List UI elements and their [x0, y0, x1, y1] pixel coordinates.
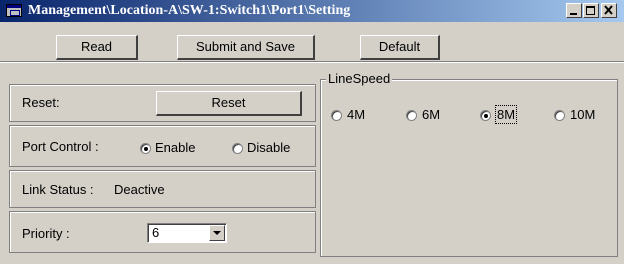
priority-selected-value: 6 [152, 225, 160, 240]
close-icon [604, 5, 613, 15]
reset-panel: Reset: Reset [9, 84, 316, 122]
maximize-button[interactable] [583, 3, 599, 18]
priority-label: Priority : [22, 226, 70, 241]
port-control-disable-label[interactable]: Disable [247, 140, 290, 155]
submit-and-save-button[interactable]: Submit and Save [177, 35, 315, 60]
line-speed-10m-radio[interactable] [554, 110, 565, 121]
port-control-panel: Port Control : Enable Disable [9, 125, 316, 167]
line-speed-6m-radio[interactable] [406, 110, 417, 121]
port-control-disable-radio[interactable] [232, 143, 243, 154]
toolbar-divider [0, 61, 624, 63]
line-speed-6m-label[interactable]: 6M [422, 107, 440, 122]
priority-select[interactable]: 6 [147, 223, 227, 243]
link-status-panel: Link Status : Deactive [9, 170, 316, 208]
chevron-down-icon[interactable] [209, 225, 225, 241]
line-speed-title: LineSpeed [326, 71, 393, 86]
port-control-enable-label[interactable]: Enable [155, 140, 195, 155]
read-button[interactable]: Read [56, 35, 138, 60]
default-button[interactable]: Default [360, 35, 440, 60]
line-speed-8m-radio[interactable] [480, 110, 491, 121]
line-speed-10m-label[interactable]: 10M [570, 107, 595, 122]
close-button[interactable] [601, 3, 617, 18]
window-app-icon [6, 4, 22, 17]
port-control-enable-radio[interactable] [140, 143, 151, 154]
link-status-label: Link Status : [22, 182, 94, 197]
window-title: Management\Location-A\SW-1:Switch1\Port1… [28, 3, 351, 18]
priority-panel: Priority : 6 [9, 211, 316, 253]
link-status-value: Deactive [114, 182, 165, 197]
maximize-icon [586, 6, 595, 15]
port-control-label: Port Control : [22, 139, 99, 154]
line-speed-4m-label[interactable]: 4M [347, 107, 365, 122]
minimize-icon [570, 13, 577, 15]
minimize-button[interactable] [566, 3, 582, 18]
line-speed-4m-radio[interactable] [331, 110, 342, 121]
line-speed-group [320, 79, 618, 257]
title-bar: Management\Location-A\SW-1:Switch1\Port1… [0, 0, 624, 22]
reset-button[interactable]: Reset [156, 91, 302, 116]
reset-label: Reset: [22, 95, 60, 110]
line-speed-8m-label[interactable]: 8M [494, 105, 518, 124]
